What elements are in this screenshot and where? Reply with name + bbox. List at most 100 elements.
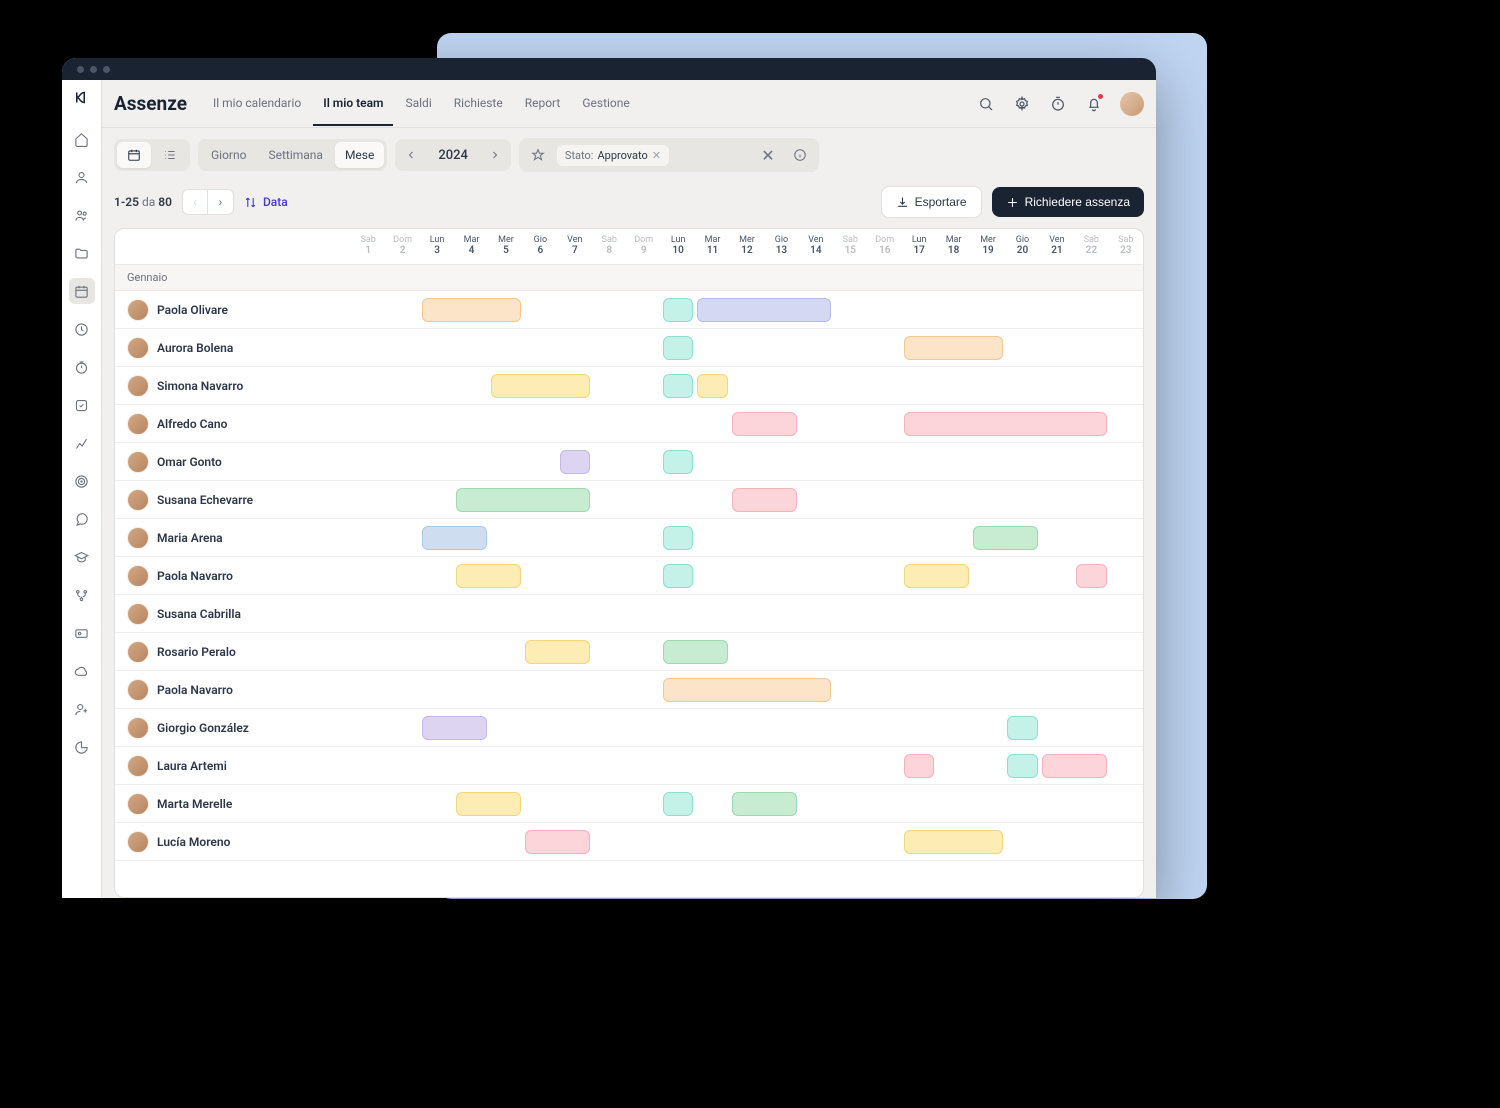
view-calendar-button[interactable] [117,142,151,168]
export-button[interactable]: Esportare [881,186,982,218]
person-cell[interactable]: Paola Olivare [115,299,351,321]
absence-block[interactable] [904,336,1003,360]
person-avatar [127,565,149,587]
absence-block[interactable] [491,374,590,398]
nav-addperson[interactable] [69,696,95,722]
absence-block[interactable] [1042,754,1107,778]
absence-block[interactable] [1007,754,1037,778]
person-cell[interactable]: Aurora Bolena [115,337,351,359]
page-prev-button[interactable]: ‹ [182,189,208,215]
user-avatar[interactable] [1120,92,1144,116]
nav-calendar[interactable] [69,278,95,304]
absence-block[interactable] [560,450,590,474]
person-cell[interactable]: Alfredo Cano [115,413,351,435]
person-cell[interactable]: Omar Gonto [115,451,351,473]
nav-team[interactable] [69,202,95,228]
day-header: Mar18 [936,229,970,264]
person-cell[interactable]: Giorgio González [115,717,351,739]
absence-block[interactable] [697,298,831,322]
tab-saldi[interactable]: Saldi [395,82,441,126]
absence-block[interactable] [904,564,969,588]
absence-block[interactable] [904,412,1107,436]
tab-gestione[interactable]: Gestione [572,82,639,126]
absence-block[interactable] [456,564,521,588]
absence-block[interactable] [904,830,1003,854]
absence-block[interactable] [1076,564,1106,588]
person-name: Lucía Moreno [157,835,230,849]
absence-block[interactable] [1007,716,1037,740]
absence-block[interactable] [663,564,693,588]
absence-block[interactable] [422,298,521,322]
nav-chat[interactable] [69,506,95,532]
year-prev-button[interactable] [398,142,424,168]
person-cell[interactable]: Susana Echevarre [115,489,351,511]
person-cell[interactable]: Laura Artemi [115,755,351,777]
person-cell[interactable]: Marta Merelle [115,793,351,815]
absence-block[interactable] [904,754,934,778]
person-cell[interactable]: Lucía Moreno [115,831,351,853]
nav-target[interactable] [69,468,95,494]
year-next-button[interactable] [482,142,508,168]
nav-branch[interactable] [69,582,95,608]
absence-block[interactable] [663,450,693,474]
tab-richieste[interactable]: Richieste [444,82,513,126]
absence-block[interactable] [663,640,728,664]
filter-bar[interactable]: Stato: Approvato ✕ ✕ [519,138,819,172]
nav-chart[interactable] [69,430,95,456]
absence-block[interactable] [456,792,521,816]
person-cell[interactable]: Simona Navarro [115,375,351,397]
person-cell[interactable]: Paola Navarro [115,565,351,587]
filter-remove-icon[interactable]: ✕ [652,149,661,162]
absence-block[interactable] [663,374,693,398]
absence-block[interactable] [732,792,797,816]
absence-block[interactable] [697,374,727,398]
absence-block[interactable] [663,298,693,322]
range-mese[interactable]: Mese [335,142,384,168]
info-icon[interactable] [787,142,813,168]
absence-block[interactable] [973,526,1038,550]
nav-learn[interactable] [69,544,95,570]
nav-person[interactable] [69,164,95,190]
nav-folder[interactable] [69,240,95,266]
nav-pie[interactable] [69,734,95,760]
person-cell[interactable]: Paola Navarro [115,679,351,701]
person-avatar [127,793,149,815]
star-icon[interactable] [525,142,551,168]
gear-icon[interactable] [1008,90,1036,118]
absence-block[interactable] [525,640,590,664]
nav-timer[interactable] [69,354,95,380]
person-cell[interactable]: Susana Cabrilla [115,603,351,625]
tab-report[interactable]: Report [515,82,571,126]
sort-button[interactable]: Data [244,195,288,209]
filter-chip[interactable]: Stato: Approvato ✕ [557,145,669,166]
absence-block[interactable] [422,526,487,550]
tab-il-mio-team[interactable]: Il mio team [313,82,393,126]
nav-home[interactable] [69,126,95,152]
absence-block[interactable] [732,412,797,436]
search-icon[interactable] [972,90,1000,118]
absence-block[interactable] [663,336,693,360]
range-settimana[interactable]: Settimana [258,142,332,168]
absence-block[interactable] [663,678,831,702]
tab-il-mio-calendario[interactable]: Il mio calendario [203,82,311,126]
person-cell[interactable]: Maria Arena [115,527,351,549]
view-list-button[interactable] [153,142,187,168]
page-next-button[interactable]: › [208,189,234,215]
person-cell[interactable]: Rosario Peralo [115,641,351,663]
bell-icon[interactable] [1080,90,1108,118]
absence-block[interactable] [732,488,797,512]
stopwatch-icon[interactable] [1044,90,1072,118]
absence-block[interactable] [663,792,693,816]
absence-block[interactable] [422,716,487,740]
nav-card[interactable] [69,620,95,646]
absence-block[interactable] [663,526,693,550]
filter-clear-icon[interactable]: ✕ [755,142,781,168]
nav-clock[interactable] [69,316,95,342]
absence-block[interactable] [456,488,590,512]
request-absence-button[interactable]: Richiedere assenza [992,187,1144,217]
window-dot [90,66,97,73]
nav-check[interactable] [69,392,95,418]
nav-cloud[interactable] [69,658,95,684]
absence-block[interactable] [525,830,590,854]
range-giorno[interactable]: Giorno [201,142,256,168]
